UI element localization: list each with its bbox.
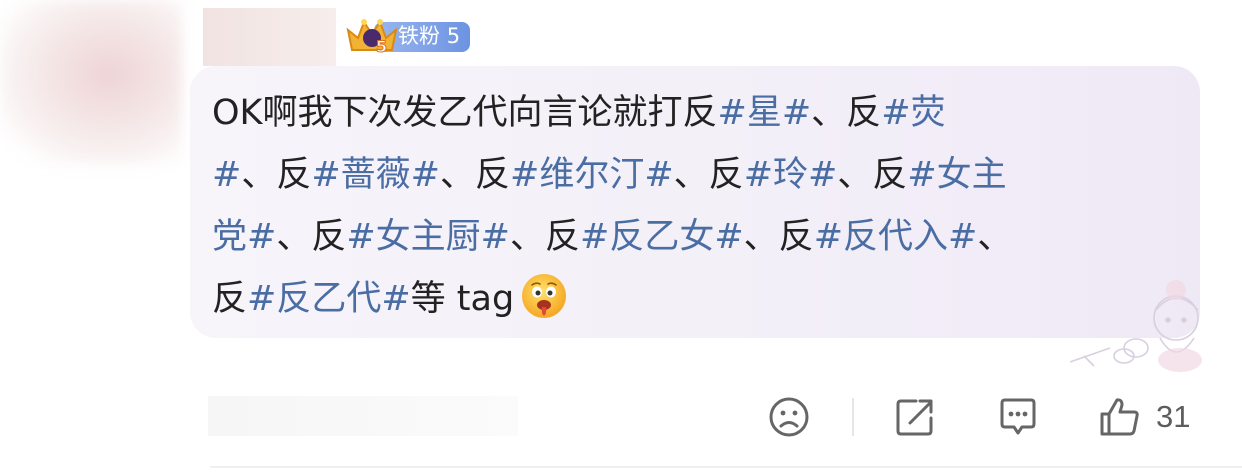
comment-line: 党#、反#女主厨#、反#反乙女#、反#反代入#、 bbox=[212, 206, 1172, 268]
sticker-decoration-icon bbox=[1069, 280, 1202, 372]
fan-badge-level: 5 bbox=[446, 24, 461, 48]
comment-text-segment: 、反 bbox=[241, 155, 312, 195]
hashtag-link[interactable]: #女主厨# bbox=[346, 217, 510, 257]
drooling-face-emoji-icon bbox=[522, 274, 567, 318]
hashtag-link[interactable]: #蔷薇# bbox=[311, 155, 440, 195]
comment-text-segment: OK啊我下次发乙代向言论就打反 bbox=[212, 93, 718, 133]
hashtag-link[interactable]: #反代入# bbox=[814, 217, 978, 257]
comment-text-segment: 、反 bbox=[743, 217, 814, 257]
like-count: 31 bbox=[1156, 399, 1191, 434]
fan-badge-label: 铁粉 bbox=[398, 24, 440, 48]
comment-text-segment: 、 bbox=[977, 217, 1013, 257]
comment-line: OK啊我下次发乙代向言论就打反#星#、反#荧 bbox=[212, 82, 1172, 144]
hashtag-link[interactable]: 党# bbox=[212, 217, 276, 257]
comment-line: 反#反乙代#等 tag bbox=[212, 268, 1172, 330]
comment-text-segment: 、反 bbox=[440, 155, 511, 195]
comment-text-segment: 等 tag bbox=[410, 279, 515, 319]
avatar[interactable] bbox=[0, 0, 182, 165]
username-redacted[interactable] bbox=[203, 8, 336, 66]
reply-button[interactable] bbox=[996, 392, 1040, 442]
comment-text-segment: 、反 bbox=[276, 217, 347, 257]
bottom-divider bbox=[210, 466, 1242, 468]
like-button[interactable]: 31 bbox=[1098, 392, 1190, 442]
hashtag-link[interactable]: #维尔汀# bbox=[510, 155, 674, 195]
hashtag-link[interactable]: #反乙代# bbox=[247, 279, 411, 319]
comment-text-segment: 反 bbox=[212, 279, 248, 319]
hashtag-link[interactable]: # bbox=[212, 155, 241, 195]
hashtag-link[interactable]: #反乙女# bbox=[580, 217, 744, 257]
dislike-button[interactable] bbox=[768, 392, 810, 442]
hashtag-link[interactable]: #玲# bbox=[744, 155, 838, 195]
hashtag-link[interactable]: #荧 bbox=[881, 93, 945, 133]
fan-badge-text: 铁粉 5 bbox=[398, 21, 460, 51]
share-icon bbox=[896, 399, 933, 436]
thumbs-up-icon bbox=[1100, 398, 1139, 436]
comment-text-segment: 、反 bbox=[837, 155, 908, 195]
sad-face-icon bbox=[769, 397, 809, 437]
comment-text: OK啊我下次发乙代向言论就打反#星#、反#荧 #、反#蔷薇#、反#维尔汀#、反#玲… bbox=[212, 82, 1172, 330]
action-divider bbox=[852, 398, 854, 436]
fan-level-badge[interactable]: 5 铁粉 5 bbox=[344, 16, 472, 56]
crown-level: 5 bbox=[376, 37, 387, 56]
comment-text-segment: 、反 bbox=[811, 93, 882, 133]
hashtag-link[interactable]: #星# bbox=[718, 93, 812, 133]
comment-bubble-icon bbox=[1000, 398, 1036, 435]
crown-icon: 5 bbox=[346, 19, 398, 56]
comment-line: #、反#蔷薇#、反#维尔汀#、反#玲#、反#女主 bbox=[212, 144, 1172, 206]
hashtag-link[interactable]: #女主 bbox=[907, 155, 1006, 195]
share-button[interactable] bbox=[894, 392, 936, 442]
comment-text-segment: 、反 bbox=[673, 155, 744, 195]
comment-meta-redacted bbox=[208, 396, 518, 436]
comment-text-segment: 、反 bbox=[510, 217, 581, 257]
